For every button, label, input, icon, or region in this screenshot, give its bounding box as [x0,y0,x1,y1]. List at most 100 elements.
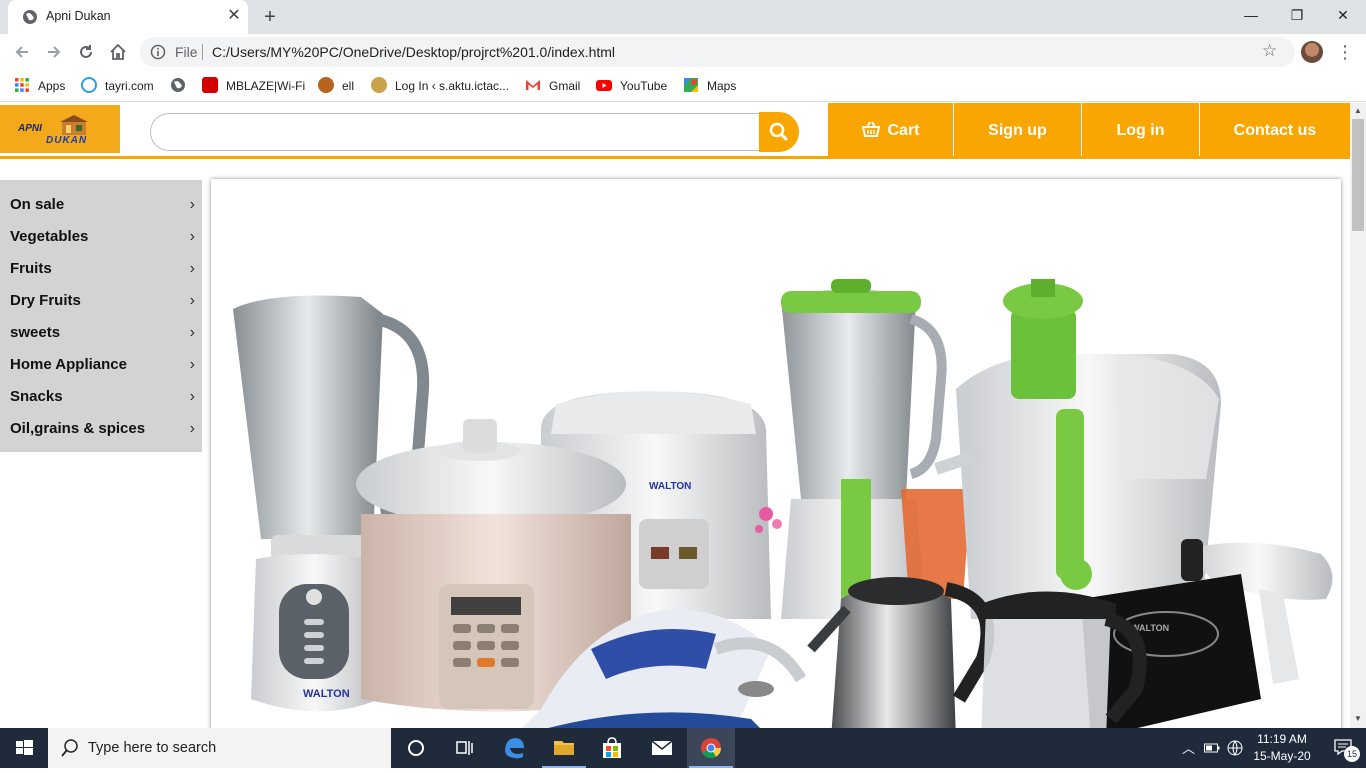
web-page: APNI DUKAN Cart Sign up Log in Contact u… [0,103,1350,728]
search-button[interactable] [759,112,799,152]
bookmark-label: tayri.com [105,79,154,93]
task-view-button[interactable] [440,728,488,768]
tab-title: Apni Dukan [46,9,111,23]
category-snacks[interactable]: Snacks › [10,385,195,417]
url-scheme-label: File [175,44,198,60]
edge-icon [505,738,524,759]
chevron-right-icon: › [189,260,195,277]
omnibox-separator [202,44,203,60]
ell-icon [318,77,334,93]
bookmark-star-icon[interactable]: ☆ [1262,41,1277,61]
category-on-sale[interactable]: On sale › [10,193,195,225]
scroll-down-icon[interactable]: ▼ [1354,714,1362,723]
tab-close-icon[interactable]: ✕ [224,6,244,26]
logo-graphic: APNI DUKAN [0,105,120,153]
juicer-graphic [934,279,1221,619]
globe-icon [23,10,37,24]
page-scrollbar[interactable]: ▲ ▼ [1350,103,1366,728]
url-text[interactable]: C:/Users/MY%20PC/OneDrive/Desktop/projrc… [212,44,615,60]
back-button[interactable] [9,39,35,65]
mblaze-icon [202,77,218,93]
browser-tab[interactable]: Apni Dukan ✕ [8,0,248,34]
close-window-button[interactable]: ✕ [1320,0,1366,30]
browser-menu-icon[interactable]: ⋮ [1336,40,1354,64]
cart-button[interactable]: Cart [828,103,954,158]
clock-date[interactable]: 15-May-20 [1250,749,1314,763]
profile-avatar[interactable] [1301,41,1323,63]
mail-button[interactable] [638,728,686,768]
youtube-icon [596,80,612,91]
scroll-up-icon[interactable]: ▲ [1354,106,1362,115]
search-icon [769,122,788,141]
reload-button[interactable] [73,39,99,65]
chrome-button[interactable] [687,728,735,768]
home-button[interactable] [105,39,131,65]
category-home-appliance[interactable]: Home Appliance › [10,353,195,385]
minimize-button[interactable]: — [1228,0,1274,30]
notification-count-badge: 15 [1344,746,1360,762]
bookmark-youtube[interactable]: YouTube [596,76,667,96]
info-icon[interactable] [150,44,166,60]
bookmark-apps[interactable]: Apps [14,76,65,96]
gmail-icon [526,80,540,90]
search-input[interactable] [150,113,760,151]
appliances-image: WALTON WALTON WALTON [233,279,1333,728]
top-nav: Cart Sign up Log in Contact us [828,103,1350,158]
mail-icon [651,740,673,755]
taskbar-search-box[interactable]: Type here to search [48,728,391,768]
chevron-up-icon[interactable]: ︿ [1182,738,1195,757]
cortana-button[interactable] [392,728,440,768]
search-icon [61,739,78,757]
category-oil-grains-spices[interactable]: Oil,grains & spices › [10,417,195,449]
start-button[interactable] [0,728,48,768]
home-appliance-banner[interactable]: WALTON WALTON WALTON [211,179,1341,728]
bookmark-maps[interactable]: Maps [683,76,736,96]
file-explorer-button[interactable] [540,728,588,768]
bookmark-label: ell [342,79,355,93]
bookmark-globe[interactable] [170,76,194,96]
chevron-right-icon: › [189,228,195,245]
category-label: Home Appliance [10,356,127,373]
scroll-thumb[interactable] [1352,119,1364,231]
bookmark-label: Log In ‹ s.aktu.ictac... [395,79,510,93]
task-view-icon [456,741,473,755]
category-sweets[interactable]: sweets › [10,321,195,353]
clock-time[interactable]: 11:19 AM [1252,732,1312,746]
bookmark-ell[interactable]: ell [318,76,354,96]
chrome-icon [701,738,722,759]
address-bar[interactable]: File C:/Users/MY%20PC/OneDrive/Desktop/p… [140,37,1295,67]
edge-button[interactable] [490,728,538,768]
restore-button[interactable]: ❐ [1274,0,1320,30]
category-fruits[interactable]: Fruits › [10,257,195,289]
bookmark-aktu[interactable]: Log In ‹ s.aktu.ictac... [371,76,509,96]
bookmark-mblaze[interactable]: MBLAZE|Wi-Fi [202,76,305,96]
network-globe-icon[interactable] [1226,739,1244,757]
category-label: Oil,grains & spices [10,420,146,437]
svg-text:APNI: APNI [17,123,42,134]
category-label: Dry Fruits [10,292,81,309]
cart-label: Cart [887,122,920,139]
forward-button[interactable] [41,39,67,65]
store-button[interactable] [588,728,636,768]
contact-button[interactable]: Contact us [1200,103,1350,158]
brand-label: WALTON [649,481,691,492]
category-dry-fruits[interactable]: Dry Fruits › [10,289,195,321]
system-tray: ︿ 11:19 AM 15-May-20 15 [1176,728,1366,768]
notification-center-button[interactable]: 15 [1326,728,1366,768]
cortana-icon [408,740,424,756]
windows-taskbar: Type here to search ︿ 11:19 AM 15-May-20 [0,728,1366,768]
home-icon [110,43,126,60]
category-label: Snacks [10,388,63,405]
signup-button[interactable]: Sign up [954,103,1082,158]
login-button[interactable]: Log in [1082,103,1200,158]
apps-grid-icon [15,78,29,92]
bookmark-label: YouTube [620,79,668,93]
category-label: On sale [10,196,65,213]
category-vegetables[interactable]: Vegetables › [10,225,195,257]
taskbar-search-placeholder: Type here to search [88,740,217,756]
battery-icon[interactable] [1204,742,1220,754]
new-tab-button[interactable]: + [258,5,282,29]
bookmark-gmail[interactable]: Gmail [525,76,580,96]
bookmark-tayri[interactable]: tayri.com [81,76,154,96]
site-logo[interactable]: APNI DUKAN [0,105,120,153]
